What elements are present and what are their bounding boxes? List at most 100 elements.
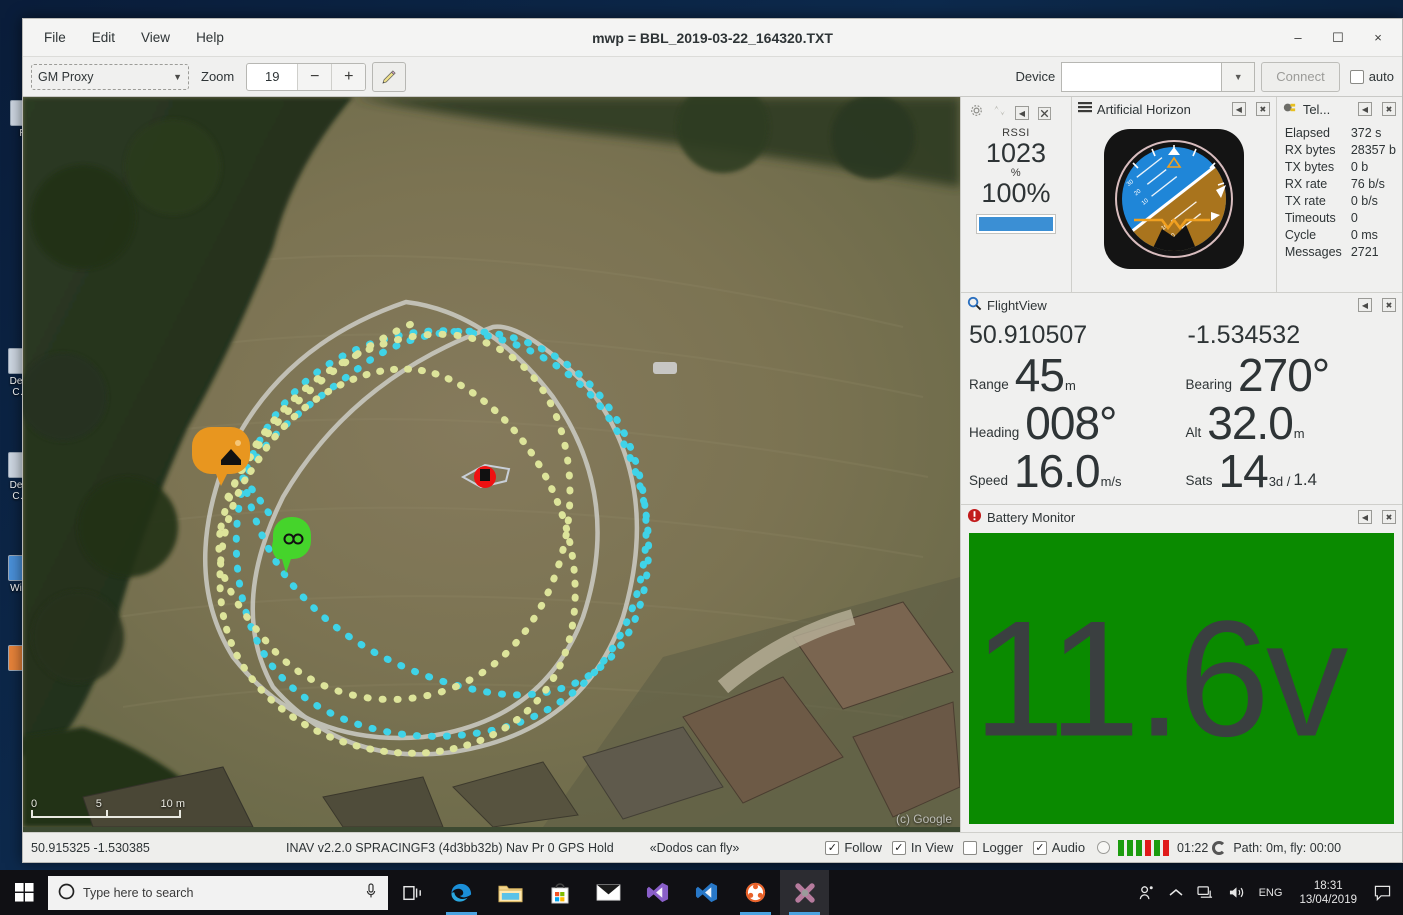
zoom-value[interactable]: 19: [247, 69, 297, 84]
collapse-icon[interactable]: ◀: [1015, 106, 1029, 120]
telemetry-row: Elapsed 372 s: [1285, 125, 1396, 142]
file-explorer-icon[interactable]: [486, 870, 535, 915]
flight-timer: 01:22: [1177, 840, 1209, 855]
pencil-icon[interactable]: [372, 61, 407, 92]
menu-edit[interactable]: Edit: [81, 26, 126, 49]
satellite-map-image: [23, 97, 960, 827]
show-hidden-icons-chevron[interactable]: [1162, 870, 1190, 915]
audio-checkbox[interactable]: ✓ Audio: [1032, 840, 1085, 855]
collapse-icon[interactable]: ◀: [1358, 298, 1372, 312]
menu-file[interactable]: File: [33, 26, 77, 49]
telemetry-panel: Tel... ◀ ✖ Elapsed 372 s RX bytes 28357 b TX…: [1276, 97, 1402, 292]
flight-controller-info: INAV v2.2.0 SPRACINGF3 (4d3bb32b) Nav Pr…: [286, 840, 614, 855]
coordinates-row: 50.910507 -1.534532: [969, 321, 1392, 350]
telemetry-key: Elapsed: [1284, 126, 1330, 140]
telemetry-row: Messages 2721: [1285, 244, 1396, 261]
close-icon[interactable]: ✖: [1255, 102, 1270, 116]
search-placeholder: Type here to search: [83, 885, 194, 900]
windows-start-icon[interactable]: [0, 870, 48, 915]
map-view[interactable]: 0 5 10 m (c) Google: [23, 97, 960, 832]
side-dock: ◀ RSSI 1023 % 100% Artificial Horizon ◀ …: [960, 97, 1402, 832]
inview-checkbox-box: ✓: [891, 840, 906, 855]
clock[interactable]: 18:31 13/04/2019: [1289, 879, 1367, 907]
maximize-button[interactable]: ☐: [1318, 20, 1358, 56]
close-icon[interactable]: ✖: [1382, 510, 1396, 524]
telemetry-key: Messages: [1284, 245, 1342, 259]
menu-view[interactable]: View: [130, 26, 181, 49]
magnifier-icon: [967, 296, 982, 314]
logger-checkbox[interactable]: Logger: [963, 840, 1023, 855]
action-center-icon[interactable]: [1367, 885, 1397, 901]
map-source-select[interactable]: GM Proxy ▼: [31, 63, 189, 90]
cursor-coordinates: 50.915325 -1.530385: [31, 840, 150, 855]
close-button[interactable]: ×: [1358, 20, 1398, 56]
system-tray: ENG 18:31 13/04/2019: [1131, 870, 1403, 915]
device-input[interactable]: [1061, 61, 1222, 92]
updown-arrows-icon[interactable]: [992, 103, 1007, 123]
gear-icon[interactable]: [969, 103, 984, 123]
ubuntu-icon[interactable]: [731, 870, 780, 915]
sats-hdop: 1.4: [1293, 470, 1318, 489]
close-icon[interactable]: ✖: [1382, 102, 1396, 116]
auto-checkbox[interactable]: auto: [1349, 69, 1394, 84]
mail-icon[interactable]: [584, 870, 633, 915]
range-unit: m: [1064, 378, 1076, 393]
bearing-label: Bearing: [1185, 377, 1233, 392]
zoom-out-button[interactable]: −: [297, 63, 332, 90]
people-icon[interactable]: [1131, 870, 1162, 915]
telemetry-value: 0 b/s: [1350, 194, 1378, 208]
vscode-icon[interactable]: [682, 870, 731, 915]
path-info: Path: 0m, fly: 00:00: [1233, 840, 1342, 855]
telemetry-row: Cycle 0 ms: [1285, 227, 1396, 244]
heading-field: Heading 008°: [969, 400, 1176, 446]
range-bearing-row: Range 45 m Bearing 270°: [969, 352, 1392, 398]
network-icon[interactable]: [1190, 870, 1221, 915]
collapse-icon[interactable]: ◀: [1358, 102, 1372, 116]
zoom-stepper[interactable]: 19 − +: [246, 62, 367, 91]
language-indicator[interactable]: ENG: [1252, 870, 1290, 915]
range-value: 45: [1014, 349, 1065, 401]
follow-checkbox[interactable]: ✓ Follow: [825, 840, 882, 855]
sats-value: 14: [1218, 445, 1269, 497]
task-view-icon[interactable]: [388, 870, 437, 915]
artificial-horizon-panel: Artificial Horizon ◀ ✖ 10 20 30 10: [1071, 97, 1277, 292]
microphone-icon[interactable]: [364, 883, 378, 902]
alert-icon: [967, 508, 982, 526]
signal-bar: [1118, 839, 1125, 856]
activity-spinner-icon: [1212, 840, 1227, 855]
microsoft-store-icon[interactable]: [535, 870, 584, 915]
logger-label: Logger: [982, 840, 1023, 855]
top-panels-row: ◀ RSSI 1023 % 100% Artificial Horizon ◀ …: [961, 97, 1402, 293]
close-icon[interactable]: [1037, 106, 1051, 120]
zoom-in-button[interactable]: +: [331, 63, 366, 90]
visual-studio-icon[interactable]: [633, 870, 682, 915]
close-icon[interactable]: ✖: [1382, 298, 1396, 312]
clock-date: 13/04/2019: [1299, 893, 1357, 906]
cortana-circle-icon: [58, 883, 75, 903]
scale-min: 0: [31, 798, 38, 810]
device-dropdown-button[interactable]: ▼: [1221, 61, 1256, 92]
mwp-application-window: File Edit View Help mwp = BBL_2019-03-22…: [22, 18, 1403, 863]
menu-bar: File Edit View Help: [23, 26, 235, 49]
main-content: 0 5 10 m (c) Google ◀ RSSI 1023 % 100% A…: [23, 97, 1402, 832]
menu-help[interactable]: Help: [185, 26, 235, 49]
volume-icon[interactable]: [1221, 870, 1252, 915]
follow-label: Follow: [844, 840, 882, 855]
search-input[interactable]: Type here to search: [48, 875, 388, 910]
edge-icon[interactable]: [437, 870, 486, 915]
latitude-value: 50.910507: [969, 321, 1088, 349]
toolbar: GM Proxy ▼ Zoom 19 − + Device ▼ Connect: [23, 57, 1402, 97]
inview-checkbox[interactable]: ✓ In View: [891, 840, 954, 855]
telemetry-value: 372 s: [1350, 126, 1382, 140]
connect-button[interactable]: Connect: [1261, 61, 1340, 92]
battery-display: 11.6v: [969, 533, 1394, 824]
chevron-down-icon: ▼: [1233, 71, 1243, 82]
rssi-value: 1023: [985, 138, 1046, 168]
minimize-button[interactable]: –: [1278, 20, 1318, 56]
menu-grip-icon: [1077, 101, 1092, 117]
collapse-icon[interactable]: ◀: [1231, 102, 1246, 116]
inview-label: In View: [910, 840, 954, 855]
collapse-icon[interactable]: ◀: [1358, 510, 1372, 524]
map-scale-bar: 0 5 10 m: [31, 798, 185, 818]
mwp-icon[interactable]: [780, 870, 829, 915]
